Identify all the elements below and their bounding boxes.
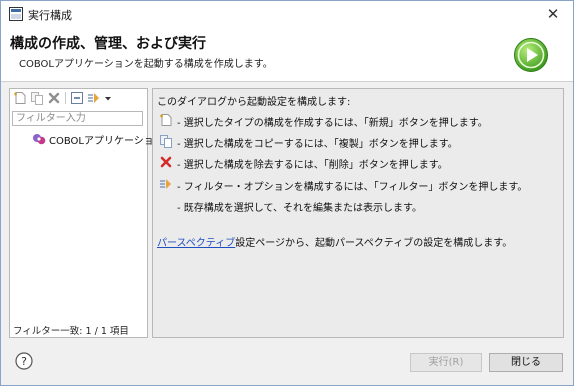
intro-text: このダイアログから起動設定を構成します: — [157, 97, 351, 108]
perspective-line: パースペクティブ設定ページから、起動パースペクティブの設定を構成します。 — [157, 234, 512, 249]
banner-title: 構成の作成、管理、および実行 — [10, 36, 206, 52]
title-bar: 実行構成 ✕ — [1, 1, 573, 27]
tree-toolbar — [10, 89, 147, 107]
close-icon[interactable]: ✕ — [539, 3, 567, 25]
help-text-select: - 既存構成を選択して、それを編集または表示します。 — [177, 203, 422, 214]
help-text-delete: - 選択した構成を除去するには、「削除」ボタンを押します。 — [177, 160, 448, 171]
help-text-filter: - フィルター・オプションを構成するには、「フィルター」ボタンを押します。 — [177, 182, 528, 193]
window-title: 実行構成 — [28, 9, 72, 22]
configuration-tree-panel: COBOLアプリケーション フィルター一致: 1 / 1 項目 — [9, 88, 164, 338]
filter-icon — [160, 179, 171, 189]
cobol-app-icon — [33, 134, 46, 145]
filter-status: フィルター一致: 1 / 1 項目 — [13, 326, 129, 337]
filter-input[interactable] — [12, 111, 143, 126]
toolbar-separator — [65, 92, 66, 104]
new-configuration-icon — [160, 114, 172, 126]
collapse-all-icon[interactable] — [70, 91, 84, 105]
delete-icon[interactable] — [47, 91, 61, 105]
help-text-new: - 選択したタイプの構成を作成するには、「新規」ボタンを押します。 — [177, 118, 488, 129]
svg-text:?: ? — [21, 355, 27, 368]
new-configuration-icon[interactable] — [13, 91, 27, 105]
duplicate-icon — [160, 135, 172, 148]
perspectives-link[interactable]: パースペクティブ — [157, 238, 235, 249]
app-icon — [9, 7, 23, 21]
run-configurations-dialog: 実行構成 ✕ 構成の作成、管理、および実行 COBOLアプリケーションを起動する… — [0, 0, 574, 386]
header-banner: 構成の作成、管理、および実行 COBOLアプリケーションを起動する構成を作成しま… — [1, 27, 573, 82]
filter-icon[interactable] — [87, 91, 101, 105]
delete-icon — [160, 156, 172, 168]
dropdown-chevron-icon[interactable] — [103, 91, 113, 105]
help-text-duplicate: - 選択した構成をコピーするには、「複製」ボタンを押します。 — [177, 139, 458, 150]
perspective-line-text: 設定ページから、起動パースペクティブの設定を構成します。 — [235, 238, 513, 249]
run-play-icon — [514, 38, 548, 72]
help-icon[interactable]: ? — [15, 352, 33, 370]
description-panel: このダイアログから起動設定を構成します: - 選択したタイプの構成を作成するには… — [152, 88, 564, 338]
run-button[interactable]: 実行(R) — [410, 353, 482, 372]
tree-item-label: COBOLアプリケーション — [49, 136, 164, 147]
duplicate-icon[interactable] — [30, 91, 44, 105]
tree-item-cobol-application[interactable]: COBOLアプリケーション — [32, 131, 164, 147]
close-button[interactable]: 閉じる — [489, 353, 563, 372]
banner-subtitle: COBOLアプリケーションを起動する構成を作成します。 — [19, 59, 273, 70]
